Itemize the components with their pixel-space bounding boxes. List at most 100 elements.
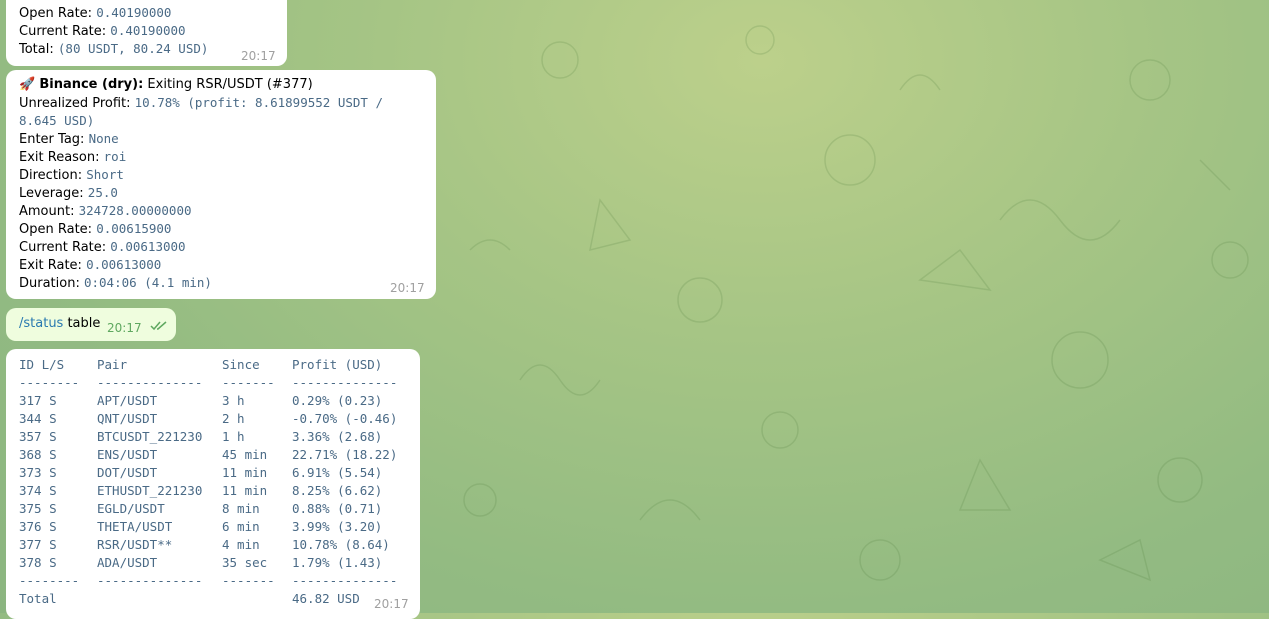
detail-line: Exit Rate: 0.00613000 xyxy=(19,256,161,275)
detail-value: roi xyxy=(103,149,127,164)
detail-line: Duration: 0:04:06 (4.1 min) xyxy=(19,274,212,293)
detail-value: 0.00613000 xyxy=(110,239,186,254)
detail-label: Amount: xyxy=(19,204,75,219)
detail-label: Enter Tag: xyxy=(19,132,85,147)
table-row: 377 S RSR/USDT** 4 min 10.78% (8.64) xyxy=(19,536,409,554)
detail-value: 0.40190000 xyxy=(96,5,172,20)
detail-line: Current Rate: 0.40190000 xyxy=(19,22,186,41)
table-cell: 11 min xyxy=(222,483,268,498)
table-cell: -------- xyxy=(19,573,80,588)
table-separator: -------- -------------- ------- -----------… xyxy=(19,374,409,392)
table-row: 373 S DOT/USDT 11 min 6.91% (5.54) xyxy=(19,464,409,482)
table-cell: 2 h xyxy=(222,411,245,426)
table-cell: 6 min xyxy=(222,519,260,534)
table-cell: 3.99% (3.20) xyxy=(292,519,383,534)
table-cell: 6.91% (5.54) xyxy=(292,465,383,480)
table-cell: Pair xyxy=(97,357,128,372)
status-command-arg: table xyxy=(63,316,101,331)
table-cell: ------- xyxy=(222,375,275,390)
table-row: 374 S ETHUSDT_221230 11 min 8.25% (6.62) xyxy=(19,482,409,500)
detail-line: Unrealized Profit: 10.78% (profit: 8.618… xyxy=(19,94,383,113)
table-cell: 344 S xyxy=(19,411,57,426)
table-cell: 317 S xyxy=(19,393,57,408)
detail-value: 10.78% (profit: 8.61899552 USDT / xyxy=(134,95,383,110)
exit-title: 🚀 Binance (dry): Exiting RSR/USDT (#377) xyxy=(19,76,313,94)
detail-label: Open Rate: xyxy=(19,222,93,237)
table-cell: ------- xyxy=(222,573,275,588)
table-cell: 8 min xyxy=(222,501,260,516)
table-cell: 373 S xyxy=(19,465,57,480)
table-cell: 3.36% (2.68) xyxy=(292,429,383,444)
table-cell: 374 S xyxy=(19,483,57,498)
detail-label: Total: xyxy=(19,42,54,57)
detail-value: 8.645 USD) xyxy=(19,113,95,128)
detail-label: Leverage: xyxy=(19,186,84,201)
detail-line: Exit Reason: roi xyxy=(19,148,126,167)
table-cell: RSR/USDT** xyxy=(97,537,173,552)
detail-value: Short xyxy=(86,167,124,182)
detail-line: Direction: Short xyxy=(19,166,124,185)
detail-value: 0:04:06 (4.1 min) xyxy=(83,275,212,290)
detail-label: Duration: xyxy=(19,276,80,291)
message-bubble-status-table: ID L/S Pair Since Profit (USD) -------- -----… xyxy=(6,349,420,619)
table-cell: -------------- xyxy=(97,375,203,390)
table-cell: ENS/USDT xyxy=(97,447,158,462)
table-cell: EGLD/USDT xyxy=(97,501,165,516)
detail-value: 0.00615900 xyxy=(96,221,172,236)
status-command-text: /status table xyxy=(19,315,100,333)
detail-line: Amount: 324728.00000000 xyxy=(19,202,192,221)
detail-label: Exit Rate: xyxy=(19,258,82,273)
table-cell: ADA/USDT xyxy=(97,555,158,570)
table-row: 375 S EGLD/USDT 8 min 0.88% (0.71) xyxy=(19,500,409,518)
detail-value: None xyxy=(88,131,119,146)
table-cell: Profit (USD) xyxy=(292,357,383,372)
rocket-icon: 🚀 xyxy=(19,77,36,92)
table-cell: -------------- xyxy=(292,375,398,390)
detail-value: (80 USDT, 80.24 USD) xyxy=(57,41,209,56)
detail-value: 324728.00000000 xyxy=(78,203,192,218)
table-cell: 0.88% (0.71) xyxy=(292,501,383,516)
table-cell: 1 h xyxy=(222,429,245,444)
table-row: 378 S ADA/USDT 35 sec 1.79% (1.43) xyxy=(19,554,409,572)
table-cell: ETHUSDT_221230 xyxy=(97,483,203,498)
table-row: 368 S ENS/USDT 45 min 22.71% (18.22) xyxy=(19,446,409,464)
table-cell: -------------- xyxy=(97,573,203,588)
table-cell: 378 S xyxy=(19,555,57,570)
double-check-icon xyxy=(150,320,168,334)
table-header-row: ID L/S Pair Since Profit (USD) xyxy=(19,356,409,374)
table-cell: 357 S xyxy=(19,429,57,444)
table-cell: 3 h xyxy=(222,393,245,408)
table-cell: 11 min xyxy=(222,465,268,480)
table-cell: Since xyxy=(222,357,260,372)
detail-line: Leverage: 25.0 xyxy=(19,184,118,203)
table-cell: 377 S xyxy=(19,537,57,552)
table-cell: APT/USDT xyxy=(97,393,158,408)
table-cell: 10.78% (8.64) xyxy=(292,537,390,552)
message-bubble-status-command: /status table 20:17 xyxy=(6,308,176,341)
table-row: 344 S QNT/USDT 2 h -0.70% (-0.46) xyxy=(19,410,409,428)
detail-label: Exit Reason: xyxy=(19,150,100,165)
table-cell: BTCUSDT_221230 xyxy=(97,429,203,444)
table-cell: 375 S xyxy=(19,501,57,516)
table-cell: 45 min xyxy=(222,447,268,462)
total-label: Total xyxy=(19,591,57,606)
detail-value: 0.40190000 xyxy=(110,23,186,38)
status-command-link[interactable]: /status xyxy=(19,316,63,331)
table-row: 357 S BTCUSDT_221230 1 h 3.36% (2.68) xyxy=(19,428,409,446)
detail-label: Current Rate: xyxy=(19,240,107,255)
table-cell: 1.79% (1.43) xyxy=(292,555,383,570)
detail-line: Current Rate: 0.00613000 xyxy=(19,238,186,257)
table-separator: -------- -------------- ------- -----------… xyxy=(19,572,409,590)
message-bubble-exit-notification: 🚀 Binance (dry): Exiting RSR/USDT (#377)… xyxy=(6,70,436,299)
table-cell: -0.70% (-0.46) xyxy=(292,411,398,426)
message-time: 20:17 xyxy=(241,49,276,63)
table-cell: DOT/USDT xyxy=(97,465,158,480)
message-time: 20:17 xyxy=(107,321,142,335)
detail-line: Total: (80 USDT, 80.24 USD) xyxy=(19,40,208,59)
table-total-row: Total 46.82 USD xyxy=(19,590,409,608)
table-cell: -------------- xyxy=(292,573,398,588)
exchange-name: Binance (dry): xyxy=(39,77,144,92)
detail-label: Open Rate: xyxy=(19,6,93,21)
detail-line: Open Rate: 0.00615900 xyxy=(19,220,171,239)
detail-label: Current Rate: xyxy=(19,24,107,39)
